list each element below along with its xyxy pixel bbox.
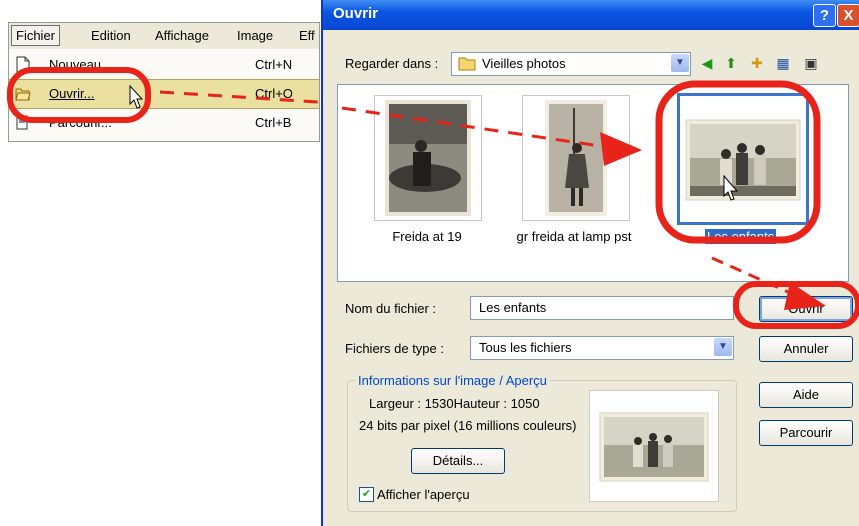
file-list[interactable]: Freida at 19 gr freida at lamp pst Les e… xyxy=(337,84,849,282)
open-dialog: Ouvrir ? X Regarder dans : Vieilles phot… xyxy=(321,0,859,526)
menu-fichier[interactable]: Fichier xyxy=(11,25,61,46)
menu-item-nouveau[interactable]: Nouveau Ctrl+N xyxy=(9,51,319,79)
show-preview-checkbox[interactable]: ✔ xyxy=(359,487,374,502)
open-folder-icon xyxy=(15,88,31,101)
filename-input[interactable]: Les enfants xyxy=(470,296,734,320)
file-name[interactable]: gr freida at lamp pst xyxy=(504,229,644,244)
filetype-dropdown[interactable]: Tous les fichiers ▼ xyxy=(470,336,734,360)
new-document-icon xyxy=(16,56,30,73)
back-icon[interactable]: ◀ xyxy=(697,54,717,72)
filetype-value: Tous les fichiers xyxy=(479,340,572,355)
file-thumbnail-selected[interactable] xyxy=(677,93,809,225)
file-thumbnail[interactable] xyxy=(522,95,630,221)
up-folder-icon[interactable]: ⬆ xyxy=(721,54,741,72)
file-name[interactable]: Freida at 19 xyxy=(368,229,486,244)
menu-item-parcourir[interactable]: Parcourir... Ctrl+B xyxy=(9,109,319,137)
menu-item-label: Parcourir... xyxy=(49,115,112,130)
menu-item-shortcut: Ctrl+O xyxy=(255,86,293,101)
view-menu-icon[interactable]: ▦ xyxy=(773,54,793,72)
look-in-value: Vieilles photos xyxy=(482,56,566,71)
browse-button[interactable]: Parcourir xyxy=(759,420,853,446)
chevron-down-icon[interactable]: ▼ xyxy=(671,54,689,72)
menu-image[interactable]: Image xyxy=(237,28,273,43)
look-in-label: Regarder dans : xyxy=(345,56,439,71)
browse-icon xyxy=(16,115,28,130)
photo-freida-image xyxy=(385,100,471,216)
menu-item-label: Nouveau xyxy=(49,57,102,72)
help-title-button[interactable]: ? xyxy=(813,4,836,27)
app-window-fragment: Fichier Edition Affichage Image Eff Nouv… xyxy=(8,22,320,142)
fichier-dropdown: Nouveau Ctrl+N Ouvrir... Ctrl+O Parcouri… xyxy=(9,49,319,141)
new-folder-icon[interactable]: ✚ xyxy=(747,54,767,72)
photo-enfants-image xyxy=(685,119,801,201)
cancel-button[interactable]: Annuler xyxy=(759,336,853,362)
menu-bar: Fichier Edition Affichage Image Eff xyxy=(9,23,319,50)
filetype-label: Fichiers de type : xyxy=(345,341,444,356)
file-name-selected[interactable]: Les enfants xyxy=(705,229,777,244)
menu-item-label: Ouvrir... xyxy=(49,86,95,101)
image-depth: 24 bits par pixel (16 millions couleurs) xyxy=(359,418,577,433)
menu-edition[interactable]: Edition xyxy=(91,28,131,43)
show-preview-label[interactable]: Afficher l'aperçu xyxy=(377,487,470,502)
menu-item-ouvrir[interactable]: Ouvrir... Ctrl+O xyxy=(9,79,319,109)
dialog-titlebar[interactable]: Ouvrir ? X xyxy=(323,0,859,30)
file-thumbnail[interactable] xyxy=(374,95,482,221)
filename-value: Les enfants xyxy=(479,300,547,315)
menu-item-shortcut: Ctrl+B xyxy=(255,115,292,130)
image-info-title: Informations sur l'image / Aperçu xyxy=(355,373,550,388)
dialog-title: Ouvrir xyxy=(333,5,379,22)
image-preview xyxy=(589,390,719,502)
tools-icon[interactable]: ▣ xyxy=(801,54,821,72)
menu-effets[interactable]: Eff xyxy=(299,28,315,43)
open-button[interactable]: Ouvrir xyxy=(759,296,853,322)
filename-label: Nom du fichier : xyxy=(345,301,437,316)
image-dimensions: Largeur : 1530Hauteur : 1050 xyxy=(369,396,540,411)
help-button[interactable]: Aide xyxy=(759,382,853,408)
menu-item-shortcut: Ctrl+N xyxy=(255,57,293,72)
photo-lamp-image xyxy=(545,100,607,216)
chevron-down-icon[interactable]: ▼ xyxy=(714,338,732,356)
folder-icon xyxy=(458,57,476,71)
look-in-dropdown[interactable]: Vieilles photos ▼ xyxy=(451,52,691,76)
preview-enfants-image xyxy=(599,412,709,482)
close-button[interactable]: X xyxy=(837,4,859,27)
details-button[interactable]: Détails... xyxy=(411,448,505,474)
menu-affichage[interactable]: Affichage xyxy=(155,28,209,43)
